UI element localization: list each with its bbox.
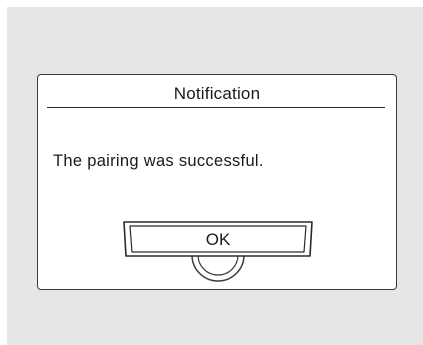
rotary-knob-icon <box>191 254 245 282</box>
title-divider <box>47 107 385 108</box>
ok-button-frame <box>123 221 313 282</box>
notification-dialog: Notification The pairing was successful.… <box>37 74 397 290</box>
display-screen: Notification The pairing was successful.… <box>7 7 423 345</box>
dialog-message: The pairing was successful. <box>53 152 264 170</box>
ok-button[interactable]: OK <box>118 220 318 290</box>
dialog-title: Notification <box>173 84 261 103</box>
